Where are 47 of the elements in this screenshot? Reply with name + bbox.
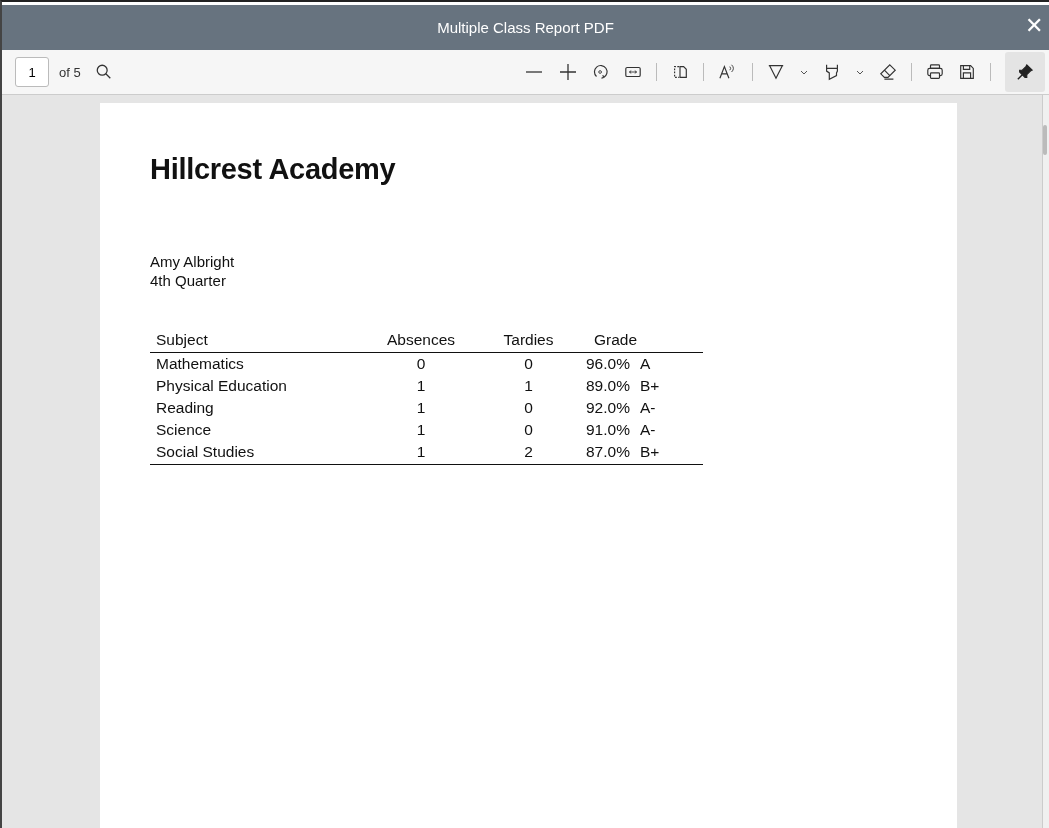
page-count: of 5 <box>59 64 81 80</box>
column-header: Grade <box>576 329 703 353</box>
two-page-icon[interactable] <box>671 63 689 81</box>
print-icon[interactable] <box>926 63 944 81</box>
eraser-icon[interactable] <box>879 63 897 81</box>
school-name: Hillcrest Academy <box>150 153 397 186</box>
table-cell-text: Reading <box>155 398 215 418</box>
table-cell: 0 <box>361 352 481 375</box>
rotate-icon[interactable] <box>592 63 610 81</box>
grade-letter: A <box>639 355 651 372</box>
table-cell-text: Science <box>155 420 213 440</box>
table-cell-text: Physical Education <box>155 376 288 396</box>
highlighter-icon[interactable] <box>823 63 841 81</box>
table-cell-text: 1 <box>523 376 534 396</box>
table-cell-text: 0 <box>523 398 534 418</box>
grade-percent: 96.0% <box>586 355 630 372</box>
grade-letter: A- <box>639 399 656 416</box>
grade-percent: 92.0% <box>586 399 630 416</box>
grade-percent: 87.0% <box>586 443 630 460</box>
grade-letter: A- <box>639 421 656 438</box>
column-header: Tardies <box>481 329 576 353</box>
column-header: Absences <box>361 329 481 353</box>
grade-letter: B+ <box>639 377 660 394</box>
table-cell-text: 1 <box>415 398 427 418</box>
page-number-field[interactable]: 1 <box>15 57 49 87</box>
table-cell-text: 1 <box>415 376 427 396</box>
close-button[interactable]: ✕ <box>1021 13 1047 39</box>
save-icon[interactable] <box>958 63 976 81</box>
table-cell-text: 0 <box>523 420 534 440</box>
table-cell: Social Studies <box>150 441 361 465</box>
table-cell: Mathematics <box>150 352 361 375</box>
grade-percent: 91.0% <box>586 421 630 438</box>
student-name: Amy Albright <box>150 252 236 271</box>
pin-icon <box>1016 63 1034 81</box>
column-header: Subject <box>150 329 361 353</box>
table-cell-text: 1 <box>415 420 427 440</box>
pen-icon[interactable] <box>767 63 785 81</box>
term-label: 4th Quarter <box>150 271 227 290</box>
table-cell: 0 <box>481 352 576 375</box>
window-title: Multiple Class Report PDF <box>437 19 614 36</box>
pin-button[interactable] <box>1005 52 1045 92</box>
table-cell: 2 <box>481 441 576 465</box>
grade-letter: B+ <box>639 443 660 460</box>
search-icon[interactable] <box>94 63 113 81</box>
zoom-in-icon[interactable] <box>558 62 578 82</box>
grade-percent: 89.0% <box>586 377 630 394</box>
table-cell: 1 <box>361 441 481 465</box>
